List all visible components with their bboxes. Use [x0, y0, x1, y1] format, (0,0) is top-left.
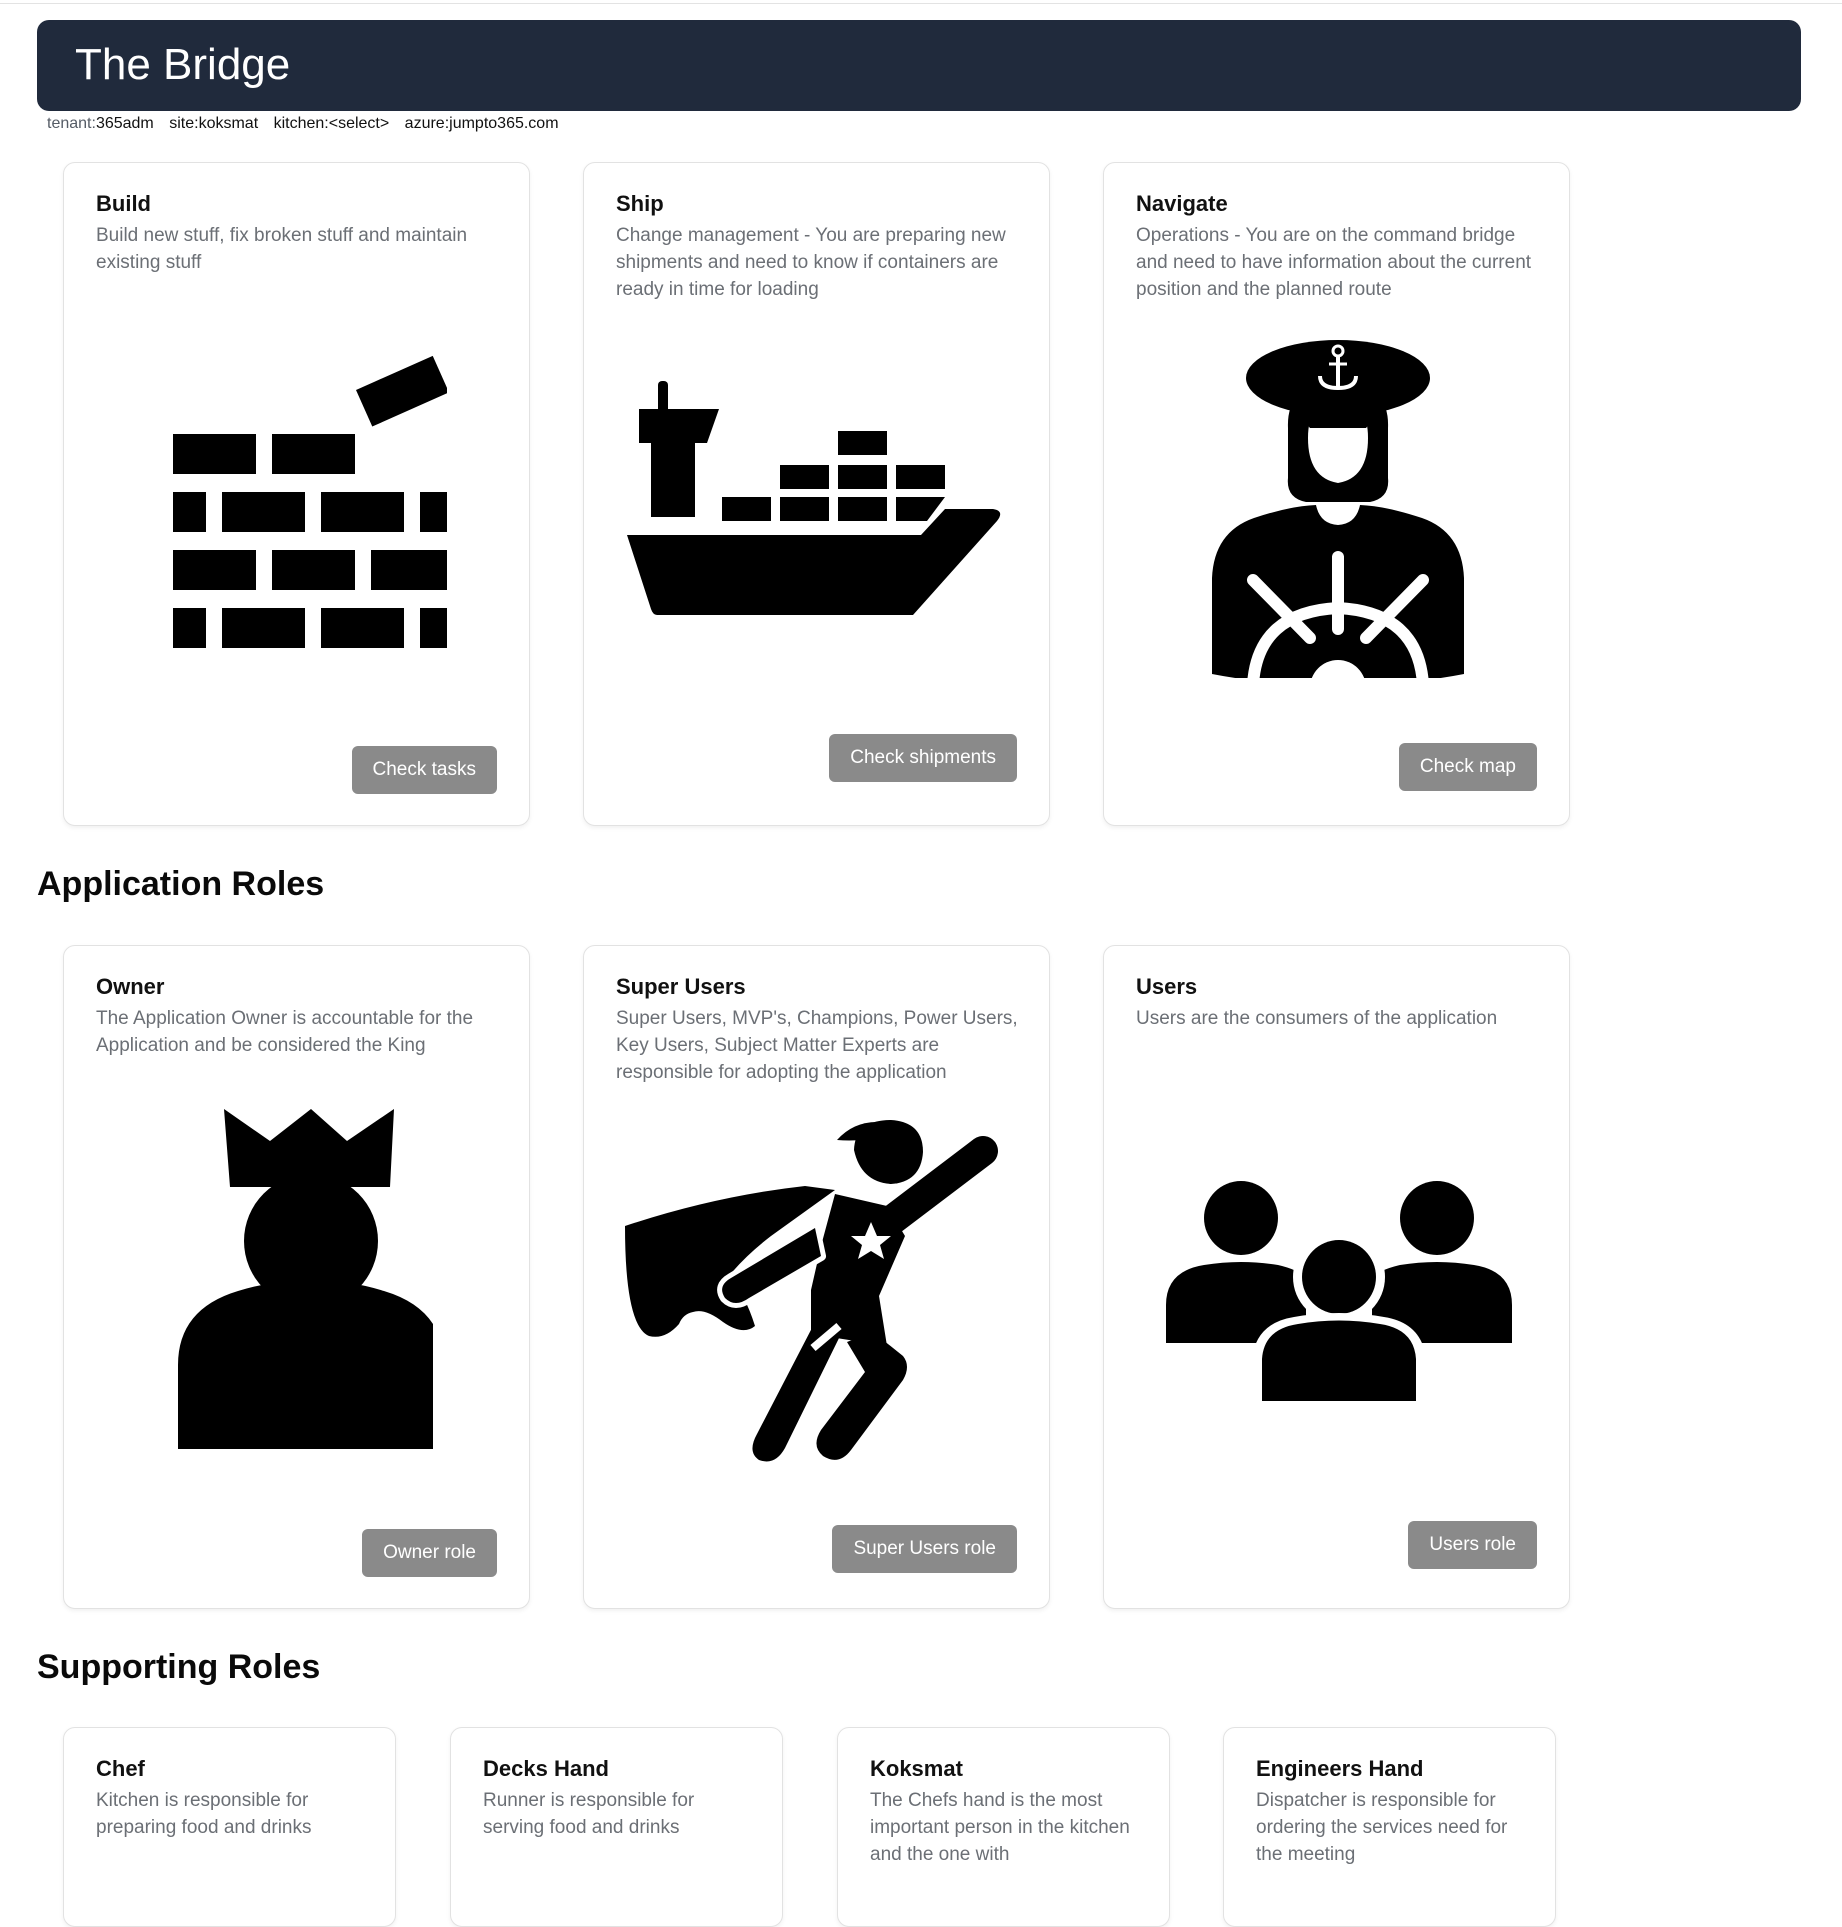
brick-wall-icon — [173, 355, 447, 648]
super-users-role-button[interactable]: Super Users role — [832, 1525, 1017, 1573]
decks-hand-card: Decks Hand Runner is responsible for ser… — [450, 1727, 783, 1927]
users-role-button[interactable]: Users role — [1408, 1521, 1537, 1569]
card-description: Build new stuff, fix broken stuff and ma… — [96, 225, 468, 273]
check-map-button[interactable]: Check map — [1398, 743, 1537, 791]
supporting-roles-heading: Supporting Roles — [37, 1648, 321, 1686]
card-description: Dispatcher is responsible for ordering t… — [1256, 1790, 1508, 1865]
check-tasks-button[interactable]: Check tasks — [351, 746, 497, 794]
app-header: The Bridge — [37, 20, 1801, 111]
users-card: Users Users are the consumers of the app… — [1103, 945, 1570, 1609]
card-title: Super Users — [616, 974, 746, 999]
card-description: Kitchen is responsible for preparing foo… — [96, 1790, 312, 1838]
super-users-card: Super Users Super Users, MVP's, Champion… — [583, 945, 1050, 1609]
tenant-info: tenant:365adm — [47, 115, 154, 132]
site-info: site:koksmat — [169, 115, 259, 132]
card-title: Koksmat — [870, 1756, 963, 1781]
card-title: Chef — [96, 1756, 145, 1781]
application-roles-heading: Application Roles — [37, 865, 325, 903]
king-icon — [178, 1109, 433, 1449]
card-title: Decks Hand — [483, 1756, 609, 1781]
card-description: Runner is responsible for serving food a… — [483, 1790, 695, 1838]
card-title: Users — [1136, 974, 1198, 999]
navigate-card: Navigate Operations - You are on the com… — [1103, 162, 1570, 826]
card-title: Engineers Hand — [1256, 1756, 1424, 1781]
card-description: Operations - You are on the command brid… — [1136, 225, 1532, 300]
owner-card: Owner The Application Owner is accountab… — [63, 945, 530, 1609]
app-title: The Bridge — [75, 40, 291, 89]
check-shipments-button[interactable]: Check shipments — [829, 734, 1017, 782]
users-group-icon — [1166, 1181, 1512, 1401]
card-title: Navigate — [1136, 191, 1228, 216]
context-bar: tenant:365adm site:koksmat kitchen:<sele… — [47, 115, 570, 133]
captain-icon — [1212, 340, 1464, 678]
engineers-hand-card: Engineers Hand Dispatcher is responsible… — [1223, 1727, 1556, 1927]
card-description: Change management - You are preparing ne… — [616, 225, 1006, 300]
ship-card: Ship Change management - You are prepari… — [583, 162, 1050, 826]
card-description: Users are the consumers of the applicati… — [1136, 1008, 1498, 1029]
azure-info: azure:jumpto365.com — [404, 115, 559, 132]
card-title: Build — [96, 191, 151, 216]
kitchen-selector[interactable]: kitchen:<select> — [274, 115, 390, 132]
card-description: Super Users, MVP's, Champions, Power Use… — [616, 1008, 1018, 1083]
card-description: The Chefs hand is the most important per… — [870, 1790, 1130, 1865]
card-title: Owner — [96, 974, 165, 999]
superhero-icon — [625, 1120, 998, 1462]
build-card: Build Build new stuff, fix broken stuff … — [63, 162, 530, 826]
chef-card: Chef Kitchen is responsible for preparin… — [63, 1727, 396, 1927]
card-title: Ship — [616, 191, 664, 216]
koksmat-card: Koksmat The Chefs hand is the most impor… — [837, 1727, 1170, 1927]
cargo-ship-icon — [627, 381, 1001, 615]
owner-role-button[interactable]: Owner role — [362, 1529, 497, 1577]
top-divider — [0, 3, 1842, 4]
card-description: The Application Owner is accountable for… — [96, 1008, 474, 1056]
